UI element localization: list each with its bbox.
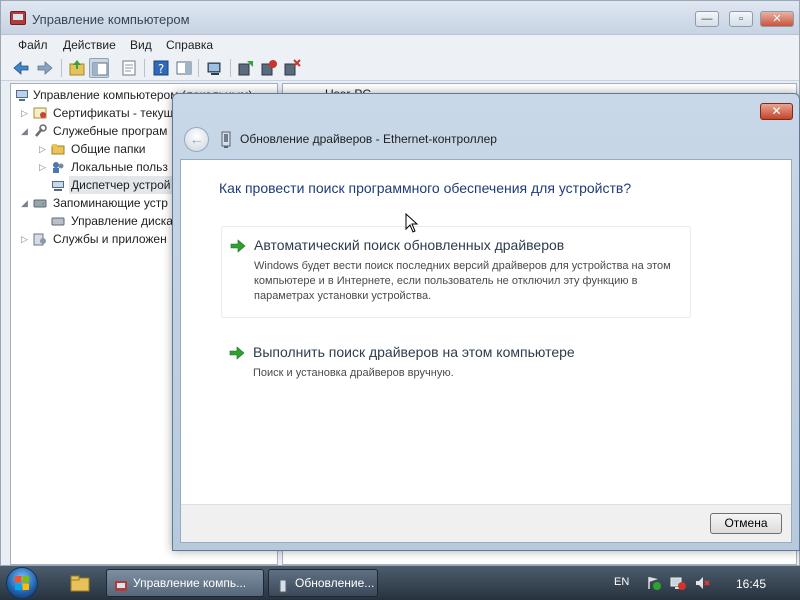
taskbar-item-computer-management[interactable]: Управление компь...	[106, 569, 264, 597]
expand-icon[interactable]: ▷	[21, 230, 29, 248]
tools-icon	[33, 124, 47, 138]
green-arrow-icon	[230, 239, 246, 253]
shared-folders-icon	[51, 142, 65, 156]
maximize-button[interactable]: ▫	[729, 11, 753, 27]
certificates-icon	[33, 106, 47, 120]
uninstall-device-icon[interactable]	[282, 58, 302, 78]
option-browse-computer-title[interactable]: Выполнить поиск драйверов на этом компью…	[253, 344, 575, 360]
title-bar[interactable]: Управление компьютером — ▫ ✕	[1, 1, 799, 35]
help-icon[interactable]: ?	[151, 58, 171, 78]
driver-update-dialog: ✕ ← Обновление драйверов - Ethernet-конт…	[172, 93, 800, 551]
collapse-icon[interactable]: ◢	[21, 194, 29, 212]
expand-icon[interactable]: ▷	[39, 158, 47, 176]
computer-management-icon	[15, 88, 29, 102]
device-manager-icon	[51, 178, 65, 192]
menu-action[interactable]: Действие	[59, 37, 120, 53]
svg-text:?: ?	[158, 62, 164, 76]
show-hide-tree-icon[interactable]	[89, 58, 109, 78]
close-button[interactable]: ✕	[760, 11, 794, 27]
option-browse-computer-description: Поиск и установка драйверов вручную.	[253, 367, 454, 379]
up-icon[interactable]	[67, 58, 87, 78]
taskbar: Управление компь... Обновление... EN 16:…	[0, 566, 800, 600]
explorer-quicklaunch-icon[interactable]	[70, 574, 90, 592]
network-adapter-icon	[276, 576, 290, 593]
dialog-content: Как провести поиск программного обеспече…	[180, 159, 792, 543]
windows-logo-icon	[14, 575, 30, 591]
computer-management-app-icon	[10, 11, 26, 25]
taskbar-item-label: Управление компь...	[133, 576, 247, 590]
forward-icon[interactable]	[35, 58, 55, 78]
computer-management-app-icon	[114, 576, 128, 591]
option-browse-computer[interactable]: Выполнить поиск драйверов на этом компью…	[221, 334, 691, 380]
mouse-cursor-icon	[405, 212, 419, 233]
action-center-icon[interactable]	[646, 575, 662, 591]
menu-bar: Файл Действие Вид Справка	[1, 35, 799, 55]
clock[interactable]: 16:45	[736, 577, 766, 591]
back-icon[interactable]	[11, 58, 31, 78]
minimize-button[interactable]: —	[695, 11, 719, 27]
option-auto-search-title[interactable]: Автоматический поиск обновленных драйвер…	[254, 237, 564, 253]
properties-icon[interactable]	[119, 58, 139, 78]
disk-management-icon	[51, 214, 65, 228]
disable-device-icon[interactable]	[259, 58, 279, 78]
toolbar: ?	[1, 55, 799, 81]
update-driver-icon[interactable]	[236, 58, 256, 78]
dialog-close-button[interactable]: ✕	[760, 103, 793, 120]
back-arrow-icon[interactable]: ←	[184, 127, 209, 152]
menu-view[interactable]: Вид	[126, 37, 156, 53]
green-arrow-icon	[229, 346, 245, 360]
storage-icon	[33, 196, 47, 210]
cancel-button[interactable]: Отмена	[710, 513, 782, 534]
option-auto-search-description: Windows будет вести поиск последних верс…	[254, 260, 671, 302]
collapse-icon[interactable]: ◢	[21, 122, 29, 140]
option-auto-search[interactable]: Автоматический поиск обновленных драйвер…	[221, 226, 691, 318]
taskbar-item-label: Обновление...	[295, 576, 375, 590]
dialog-title: Обновление драйверов - Ethernet-контролл…	[240, 132, 497, 146]
volume-muted-icon[interactable]	[694, 575, 710, 591]
network-icon[interactable]	[670, 575, 686, 591]
services-icon	[33, 232, 47, 246]
scan-hardware-icon[interactable]	[205, 58, 225, 78]
menu-file[interactable]: Файл	[14, 37, 52, 53]
action-pane-icon[interactable]	[174, 58, 194, 78]
network-adapter-icon	[220, 131, 232, 149]
taskbar-item-driver-update[interactable]: Обновление...	[268, 569, 378, 597]
local-users-icon	[51, 160, 65, 174]
expand-icon[interactable]: ▷	[21, 104, 29, 122]
menu-help[interactable]: Справка	[162, 37, 217, 53]
start-button[interactable]	[2, 566, 44, 600]
expand-icon[interactable]: ▷	[39, 140, 47, 158]
dialog-footer: Отмена	[181, 504, 791, 542]
language-indicator[interactable]: EN	[614, 576, 629, 588]
window-title: Управление компьютером	[32, 12, 190, 27]
dialog-question: Как провести поиск программного обеспече…	[219, 180, 632, 196]
